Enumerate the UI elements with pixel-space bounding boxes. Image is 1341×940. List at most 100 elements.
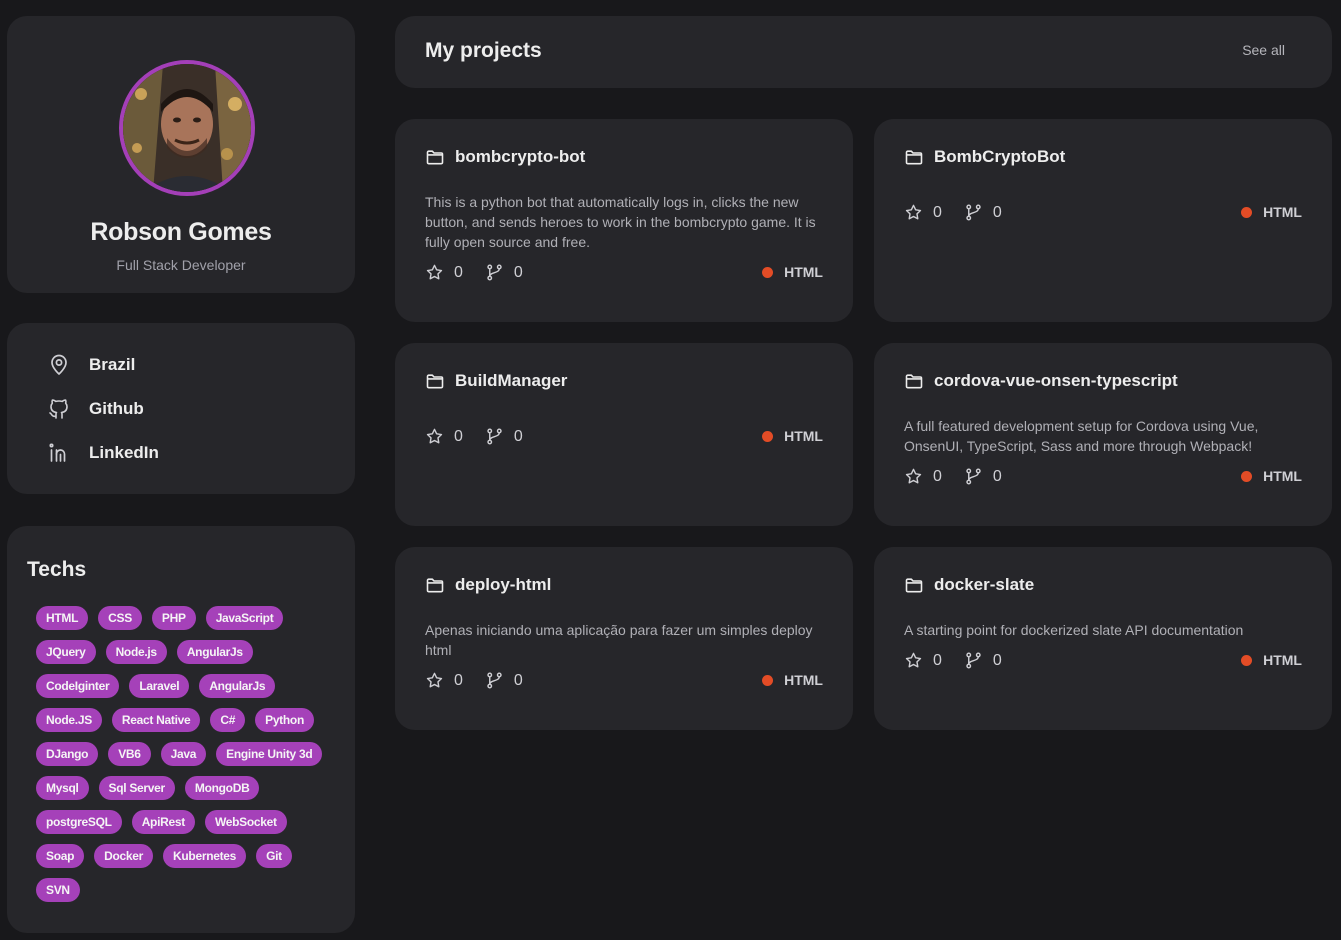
language-dot <box>762 266 774 278</box>
tech-tag: Java <box>160 742 207 766</box>
tech-tag: PHP <box>151 606 196 630</box>
project-stats: 00 <box>904 203 1024 222</box>
project-name-label: bombcrypto-bot <box>455 147 586 166</box>
forks-stat: 0 <box>485 427 523 446</box>
tech-tag: AngularJs <box>199 674 276 698</box>
project-card[interactable]: deploy-html Apenas iniciando uma aplicaçã… <box>395 547 853 730</box>
stars-count: 0 <box>933 203 942 221</box>
project-name[interactable]: cordova-vue-onsen-typescript <box>904 371 1178 391</box>
language-dot <box>762 430 774 442</box>
star-icon <box>426 264 443 280</box>
tech-tag: Sql Server <box>98 776 175 800</box>
project-card[interactable]: cordova-vue-onsen-typescript A full featu… <box>874 343 1332 526</box>
tech-tag-list: HTML CSS PHP JavaScript JQuery Node.js Angular… <box>36 606 336 902</box>
linkedin-link[interactable]: LinkedIn <box>47 440 159 466</box>
github-label: Github <box>89 399 144 418</box>
project-stats: 00 <box>425 263 545 282</box>
project-name[interactable]: docker-slate <box>904 575 1034 595</box>
links-card: Brazil Github LinkedIn <box>7 323 355 494</box>
language-dot <box>1241 206 1253 218</box>
techs-card: Techs HTML CSS PHP JavaScript JQuery Node.js A… <box>7 526 355 933</box>
language-label: HTML <box>784 264 823 280</box>
forks-stat: 0 <box>964 467 1002 486</box>
folder-icon <box>426 578 444 593</box>
profile-role: Full Stack Developer <box>116 257 246 273</box>
project-name[interactable]: BombCryptoBot <box>904 147 1065 167</box>
forks-count: 0 <box>992 203 1002 221</box>
project-description: Apenas iniciando uma aplicação para faze… <box>425 622 813 658</box>
project-language: HTML <box>762 428 823 444</box>
tech-tag: C# <box>210 708 246 732</box>
stars-count: 0 <box>454 263 463 281</box>
project-name[interactable]: BuildManager <box>425 371 567 391</box>
fork-icon <box>487 428 502 445</box>
project-language: HTML <box>1241 652 1302 668</box>
stars-count: 0 <box>454 671 463 689</box>
tech-tag: MongoDB <box>184 776 260 800</box>
map-pin-icon <box>51 354 67 375</box>
tech-tag: JQuery <box>36 640 96 664</box>
project-language: HTML <box>762 672 823 688</box>
fork-icon <box>487 672 502 689</box>
star-icon <box>905 204 922 220</box>
fork-icon <box>966 652 981 669</box>
profile-card: Robson Gomes Full Stack Developer <box>7 16 355 293</box>
tech-tag: Engine Unity 3d <box>216 742 323 766</box>
project-name-label: docker-slate <box>934 575 1035 594</box>
projects-title: My projects <box>425 39 542 62</box>
project-stats: 00 <box>425 427 545 446</box>
project-description: A full featured development setup for Co… <box>904 418 1259 454</box>
forks-stat: 0 <box>485 671 523 690</box>
location-item: Brazil <box>47 352 135 378</box>
tech-tag: Mysql <box>36 776 89 800</box>
project-name-label: BuildManager <box>455 371 568 390</box>
forks-stat: 0 <box>485 263 523 282</box>
stars-stat: 0 <box>904 651 942 670</box>
project-stats: 00 <box>904 651 1024 670</box>
forks-count: 0 <box>513 263 523 281</box>
tech-tag: CodeIginter <box>36 674 120 698</box>
project-card[interactable]: bombcrypto-bot This is a python bot that … <box>395 119 853 322</box>
folder-icon <box>905 150 923 165</box>
see-all-link[interactable]: See all <box>1242 42 1285 58</box>
folder-icon <box>905 374 923 389</box>
tech-tag: ApiRest <box>131 810 195 834</box>
project-language: HTML <box>1241 468 1302 484</box>
github-link[interactable]: Github <box>47 396 144 422</box>
folder-icon <box>905 578 923 593</box>
tech-tag: Laravel <box>129 674 190 698</box>
stars-stat: 0 <box>904 467 942 486</box>
project-name[interactable]: deploy-html <box>425 575 551 595</box>
project-name[interactable]: bombcrypto-bot <box>425 147 585 167</box>
avatar-image <box>123 64 251 192</box>
tech-tag: Docker <box>94 844 154 868</box>
tech-tag: SVN <box>36 878 80 902</box>
project-name-label: deploy-html <box>455 575 552 594</box>
stars-stat: 0 <box>425 671 463 690</box>
folder-icon <box>426 374 444 389</box>
stars-count: 0 <box>454 427 463 445</box>
language-label: HTML <box>1263 204 1302 220</box>
language-dot <box>762 674 774 686</box>
project-card[interactable]: BuildManager 0 0 HTML <box>395 343 853 526</box>
tech-tag: HTML <box>36 606 89 630</box>
language-label: HTML <box>784 672 823 688</box>
project-language: HTML <box>762 264 823 280</box>
tech-tag: AngularJs <box>176 640 253 664</box>
star-icon <box>426 428 443 444</box>
tech-tag: Soap <box>36 844 85 868</box>
tech-tag: Kubernetes <box>163 844 247 868</box>
project-language: HTML <box>1241 204 1302 220</box>
profile-name: Robson Gomes <box>90 218 272 246</box>
forks-count: 0 <box>513 671 523 689</box>
fork-icon <box>966 204 981 221</box>
github-icon <box>49 399 68 419</box>
language-dot <box>1241 470 1253 482</box>
folder-icon <box>426 150 444 165</box>
project-card[interactable]: docker-slate A starting point for dockeri… <box>874 547 1332 730</box>
linkedin-icon <box>49 443 66 462</box>
fork-icon <box>487 264 502 281</box>
project-card[interactable]: BombCryptoBot 0 0 HTML <box>874 119 1332 322</box>
star-icon <box>905 652 922 668</box>
language-label: HTML <box>1263 468 1302 484</box>
